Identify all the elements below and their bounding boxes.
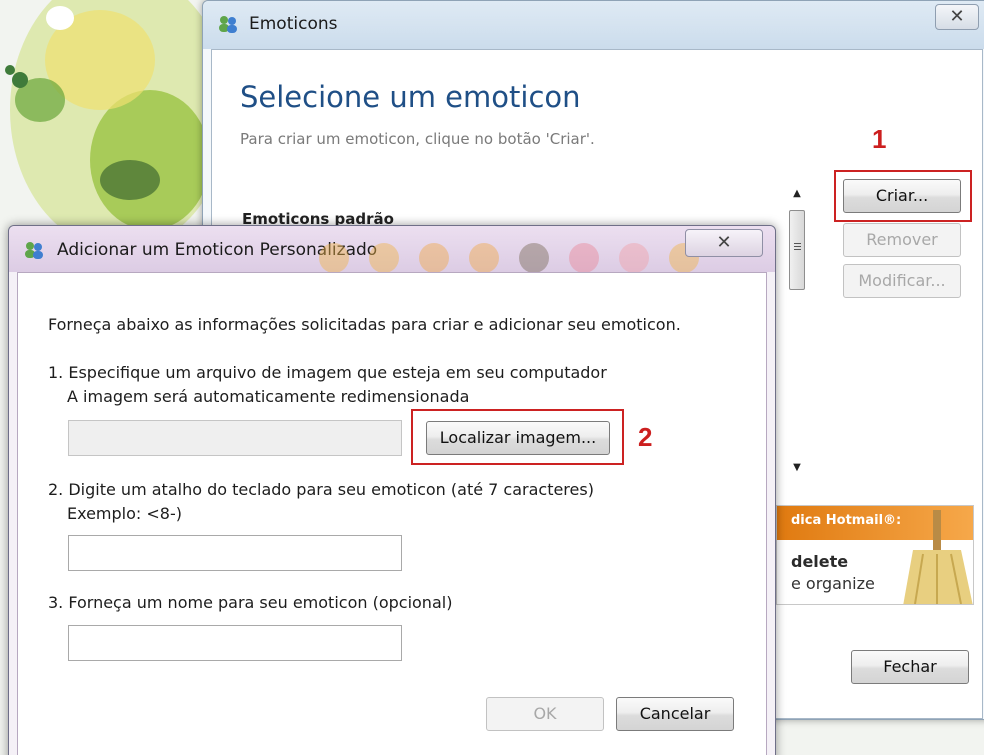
step3-instruction: 3. Forneça um nome para seu emoticon (op…	[48, 593, 453, 612]
emoticons-close-button[interactable]: ✕	[935, 4, 979, 30]
emoticon-name-field[interactable]	[68, 625, 402, 661]
emoticon-icon	[319, 243, 349, 273]
ad-tag: dica Hotmail®:	[791, 513, 902, 528]
ok-button[interactable]: OK	[486, 697, 604, 731]
add-custom-emoticon-dialog: Adicionar um Emoticon Personalizado ✕ Fo…	[8, 225, 776, 755]
remove-button[interactable]: Remover	[843, 223, 961, 257]
annotation-label-1: 1	[872, 124, 887, 154]
annotation-label-2: 2	[638, 422, 653, 452]
image-path-field[interactable]	[68, 420, 402, 456]
emoticon-icon	[419, 243, 449, 273]
emoticons-window-titlebar[interactable]: Emoticons ✕	[203, 1, 984, 49]
dialog-titlebar[interactable]: Adicionar um Emoticon Personalizado ✕	[9, 226, 775, 273]
scroll-grip-icon	[794, 243, 801, 244]
step1-instruction: 1. Especifique um arquivo de imagem que …	[48, 363, 607, 382]
dialog-body: Forneça abaixo as informações solicitada…	[17, 272, 767, 755]
emoticon-icon	[469, 243, 499, 273]
step2-instruction: 2. Digite um atalho do teclado para seu …	[48, 480, 594, 499]
close-icon: ✕	[716, 232, 732, 253]
emoticon-icon	[519, 243, 549, 273]
annotation-box-1	[834, 170, 972, 222]
ad-subline: e organize	[791, 574, 875, 593]
close-icon: ✕	[949, 6, 965, 27]
emoticon-icon	[619, 243, 649, 273]
hotmail-ad[interactable]: dica Hotmail®: delete e organize	[776, 505, 974, 605]
page-title: Selecione um emoticon	[240, 80, 581, 114]
messenger-buddies-icon	[219, 16, 237, 33]
emoticon-icon	[369, 243, 399, 273]
scroll-up-icon[interactable]: ▲	[788, 188, 806, 204]
step2-example: Exemplo: <8-)	[67, 504, 182, 523]
broom-icon	[903, 510, 973, 604]
shortcut-field[interactable]	[68, 535, 402, 571]
scroll-down-icon[interactable]: ▼	[788, 462, 806, 478]
annotation-box-2	[411, 409, 624, 465]
ad-headline: delete	[791, 552, 849, 571]
dialog-close-button[interactable]: ✕	[685, 229, 763, 257]
modify-button[interactable]: Modificar...	[843, 264, 961, 298]
dialog-intro-text: Forneça abaixo as informações solicitada…	[48, 315, 681, 334]
emoticons-window-title: Emoticons	[249, 14, 338, 34]
scrollbar-thumb[interactable]	[789, 210, 805, 290]
messenger-buddies-icon	[25, 242, 43, 259]
close-dialog-button[interactable]: Fechar	[851, 650, 969, 684]
step1-hint: A imagem será automaticamente redimensio…	[67, 387, 470, 406]
page-subtitle: Para criar um emoticon, clique no botão …	[240, 130, 595, 148]
emoticon-icon	[569, 243, 599, 273]
cancel-button[interactable]: Cancelar	[616, 697, 734, 731]
